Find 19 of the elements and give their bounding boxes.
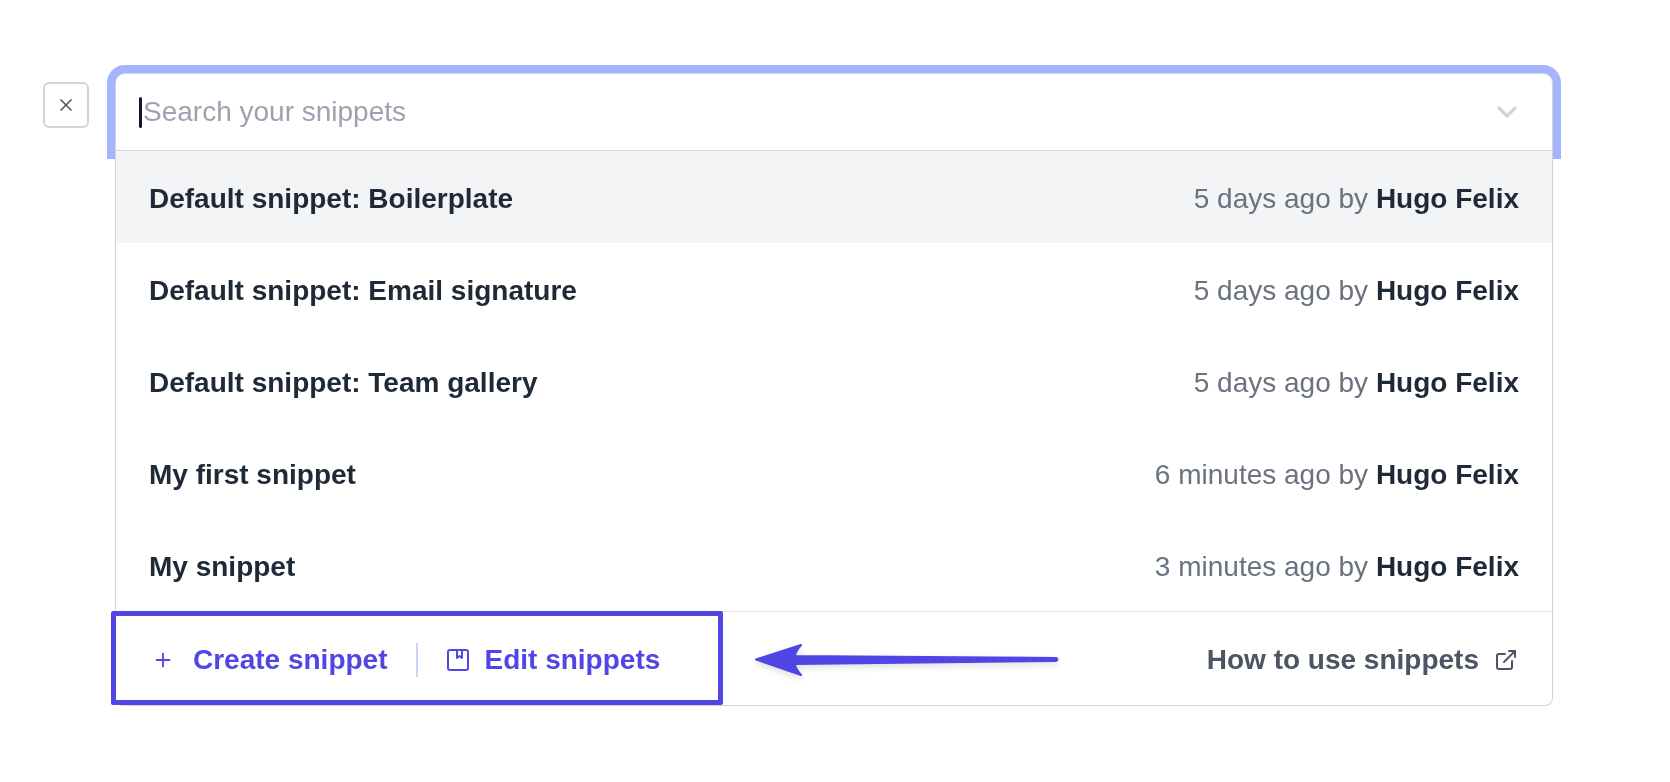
close-button[interactable]: [43, 82, 89, 128]
text-cursor: [139, 97, 142, 128]
snippet-title: Default snippet: Boilerplate: [149, 181, 514, 216]
edit-snippets-button[interactable]: Edit snippets: [445, 639, 661, 681]
search-field[interactable]: Search your snippets: [115, 73, 1553, 151]
external-link-icon: [1494, 648, 1518, 672]
snippet-title: Default snippet: Email signature: [149, 273, 577, 308]
snippet-meta: 5 days ago by Hugo Felix: [1193, 365, 1519, 400]
bookmark-box-icon: [445, 648, 470, 672]
help-link[interactable]: How to use snippets: [1206, 639, 1518, 681]
snippet-meta: 5 days ago by Hugo Felix: [1193, 273, 1519, 308]
snippet-meta: 5 days ago by Hugo Felix: [1193, 181, 1519, 216]
create-snippet-button[interactable]: Create snippet: [152, 639, 388, 681]
snippet-row[interactable]: Default snippet: Boilerplate 5 days ago by Hugo Felix: [116, 151, 1552, 243]
snippet-meta: 6 minutes ago by Hugo Felix: [1154, 457, 1519, 492]
snippet-title: My snippet: [149, 549, 296, 584]
snippet-meta: 3 minutes ago by Hugo Felix: [1154, 549, 1519, 584]
snippet-title: My first snippet: [149, 457, 356, 492]
snippet-title: Default snippet: Team gallery: [149, 365, 538, 400]
